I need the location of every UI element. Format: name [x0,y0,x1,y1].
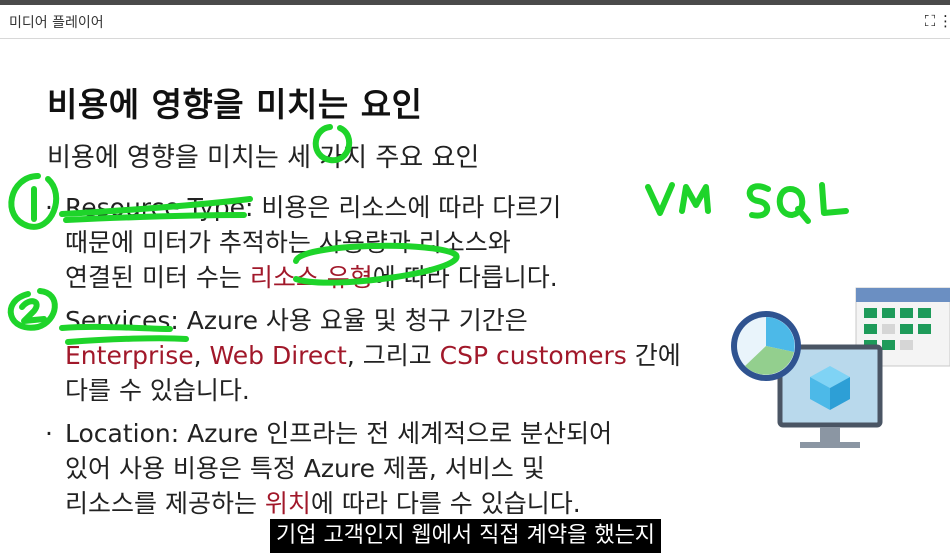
bullet-text: 리소스를 제공하는 [65,489,265,518]
bullet-text: 있어 사용 비용은 특정 Azure 제품, 서비스 및 [65,454,545,483]
bullet-term: Location: [65,419,180,448]
bullet-dot: · [45,306,53,335]
bullet-text: 에 따라 다릅니다. [372,263,558,292]
bullet-text: Azure 사용 요율 및 청구 기간은 [178,306,528,335]
highlight-text: CSP customers [439,341,627,370]
highlight-text: Enterprise [65,341,194,370]
slide-subheading: 비용에 영향을 미치는 세 가지 주요 요인 [47,143,480,173]
window-title: 미디어 플레이어 [9,15,104,31]
cost-illustration [731,287,950,448]
highlight-text: Web Direct [209,341,347,370]
bullet-text: 비용은 리소스에 따라 다르기 [253,193,562,222]
ink-number-two [19,298,47,324]
highlight-text: 위치 [264,489,311,518]
more-icon[interactable]: ⋮ [938,11,950,31]
bullet-text: 에 따라 다를 수 있습니다. [310,489,581,518]
bullet-text: 다를 수 있습니다. [65,376,250,405]
bullet-text: , 그리고 [346,341,440,370]
bullet-term: Services: [65,306,179,335]
highlight-text: 리소스 유형 [249,263,373,292]
bullet-text: Azure 인프라는 전 세계적으로 분산되어 [179,419,613,448]
slide-view: 비용에 영향을 미치는 요인 비용에 영향을 미치는 세 가지 주요 요인 · … [0,39,950,557]
expand-icon[interactable]: ⛶ [920,11,940,31]
bullet-text: 연결된 미터 수는 [65,263,250,292]
slide-heading: 비용에 영향을 미치는 요인 [47,85,423,124]
title-bar: 미디어 플레이어 ⛶ ⋮ [0,5,950,39]
clock-chart-icon [731,311,801,381]
bullet-text: , [193,341,210,370]
bullet-dot: · [45,419,53,448]
subtitle-caption: 기업 고객인지 웹에서 직접 계약을 했는지 [270,519,662,553]
bullet-dot: · [45,193,53,222]
bullet-term: Resource Type: [65,193,254,222]
bullet-text: 때문에 미터가 추적하는 사용량과 리소스와 [65,228,511,257]
bullet-text: 간에 [626,341,681,370]
